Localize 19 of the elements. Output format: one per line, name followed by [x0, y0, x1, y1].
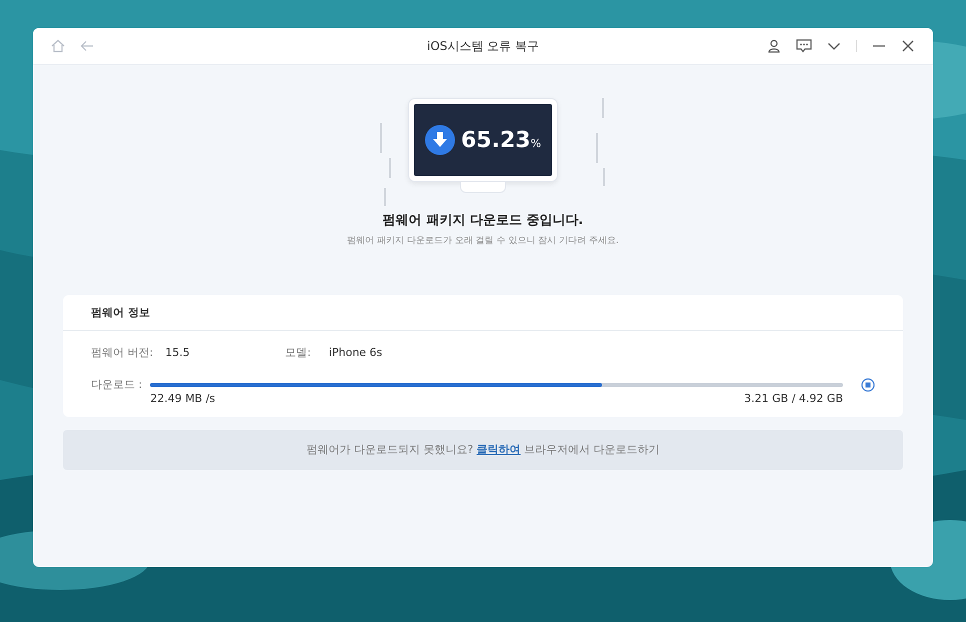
progress-percent: 65.23% [460, 128, 542, 152]
version-value: 15.5 [165, 346, 191, 359]
window-title: iOS시스템 오류 복구 [426, 38, 540, 54]
download-speed: 22.49 MB /s [150, 392, 216, 405]
close-icon[interactable] [901, 39, 915, 53]
model-label: 모델: [285, 345, 311, 360]
status-note: 펌웨어 패키지 다운로드가 오래 걸릴 수 있으니 잠시 기다려 주세요. [347, 235, 619, 247]
download-size: 3.21 GB / 4.92 GB [744, 392, 843, 405]
download-label: 다운로드 : [91, 377, 142, 392]
chat-icon[interactable] [796, 39, 812, 53]
download-icon [424, 125, 455, 155]
model-value: iPhone 6s [328, 346, 382, 359]
card-title: 펌웨어 정보 [63, 295, 903, 331]
status-heading: 펌웨어 패키지 다운로드 중입니다. [382, 212, 584, 229]
stop-icon[interactable] [861, 378, 875, 392]
help-message: 펌웨어가 다운로드되지 못했니요? 클릭하여 브라우저에서 다운로드하기 [63, 430, 903, 470]
click-link[interactable]: 클릭하여 [476, 443, 521, 456]
version-label: 펌웨어 버전: [91, 345, 154, 360]
user-icon[interactable] [767, 39, 781, 53]
